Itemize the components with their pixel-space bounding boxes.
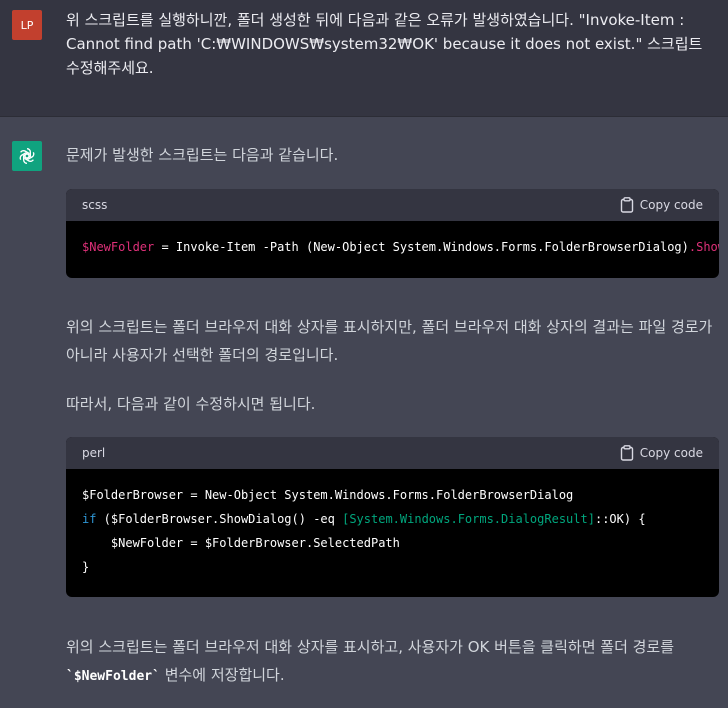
code-token-type: [System.Windows.Forms.DialogResult] — [342, 512, 595, 526]
copy-code-label: Copy code — [639, 198, 703, 212]
code-token-method: .ShowDialog() — [688, 240, 719, 254]
code-line-3: $NewFolder = $FolderBrowser.SelectedPath — [82, 536, 400, 550]
code-token-text: ::OK) { — [594, 512, 646, 526]
assistant-avatar — [12, 141, 42, 171]
code-token-text: = Invoke-Item -Path (New-Object System.W… — [154, 240, 689, 254]
code-token-text: ($FolderBrowser.ShowDialog() -eq — [96, 512, 343, 526]
copy-code-label: Copy code — [639, 446, 703, 460]
clipboard-icon — [620, 197, 633, 213]
code-token-keyword: if — [82, 512, 97, 526]
code-block-scss: scss Copy code $NewFolder = Invoke-Item … — [66, 189, 719, 278]
code-language-label: scss — [82, 198, 108, 212]
code-line-4: } — [82, 560, 90, 574]
code-block-header: perl Copy code — [66, 437, 719, 469]
code-block-perl: perl Copy code $FolderBrowser = New-Obje… — [66, 437, 719, 597]
assistant-intro-text: 문제가 발생한 스크립트는 다음과 같습니다. — [66, 146, 339, 164]
user-message: LP 위 스크립트를 실행하니깐, 폴더 생성한 뒤에 다음과 같은 오류가 발… — [0, 0, 728, 117]
user-message-text: 위 스크립트를 실행하니깐, 폴더 생성한 뒤에 다음과 같은 오류가 발생하였… — [66, 11, 703, 77]
copy-code-button[interactable]: Copy code — [620, 197, 703, 213]
assistant-summary-text: 위의 스크립트는 폴더 브라우저 대화 상자를 표시하고, 사용자가 OK 버튼… — [66, 633, 718, 691]
code-token-var: $NewFolder — [82, 240, 155, 254]
assistant-message: 문제가 발생한 스크립트는 다음과 같습니다. scss Copy code $… — [0, 117, 728, 708]
code-content: $NewFolder = Invoke-Item -Path (New-Obje… — [66, 221, 719, 273]
code-line-1: $FolderBrowser = New-Object System.Windo… — [82, 488, 574, 502]
assistant-explanation-text: 위의 스크립트는 폴더 브라우저 대화 상자를 표시하지만, 폴더 브라우저 대… — [66, 318, 713, 364]
code-block-header: scss Copy code — [66, 189, 719, 221]
user-avatar: LP — [12, 10, 42, 40]
code-content: $FolderBrowser = New-Object System.Windo… — [66, 469, 719, 593]
copy-code-button[interactable]: Copy code — [620, 445, 703, 461]
code-language-label: perl — [82, 446, 106, 460]
inline-code: `$NewFolder` — [66, 669, 160, 684]
clipboard-icon — [620, 445, 633, 461]
assistant-fix-intro-text: 따라서, 다음과 같이 수정하시면 됩니다. — [66, 395, 316, 413]
openai-logo-icon — [19, 148, 35, 164]
summary-text-b: 변수에 저장합니다. — [159, 666, 285, 684]
summary-text-a: 위의 스크립트는 폴더 브라우저 대화 상자를 표시하고, 사용자가 OK 버튼… — [66, 638, 675, 656]
